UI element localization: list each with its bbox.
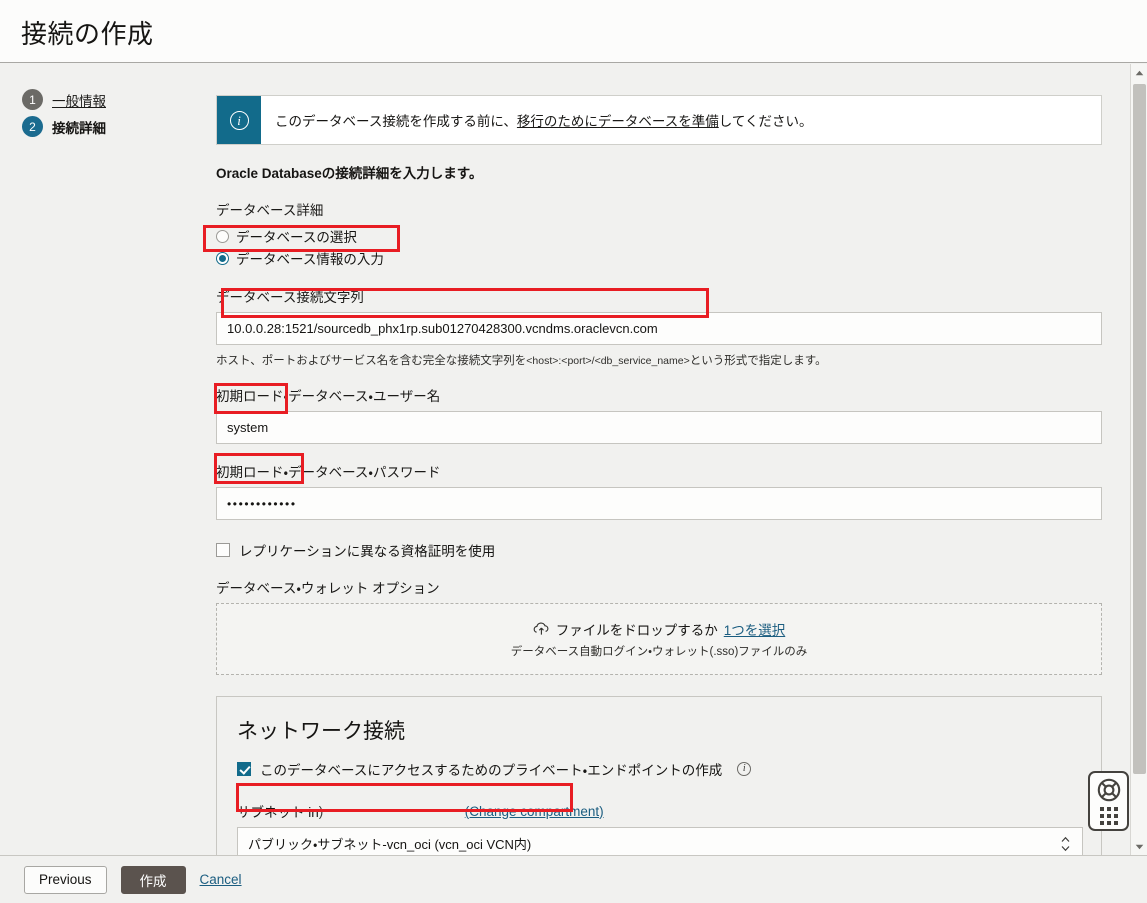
upload-icon — [533, 622, 550, 636]
dropzone-text: ファイルをドロップするか — [556, 619, 718, 639]
sidebar-item-general-info[interactable]: 1 一般情報 — [22, 86, 192, 113]
replication-credentials-checkbox-row[interactable]: レプリケーションに異なる資格証明を使用 — [216, 540, 1102, 560]
connect-string-label: データベース接続文字列 — [216, 286, 1102, 306]
triangle-down-icon — [1135, 844, 1144, 850]
vertical-scrollbar[interactable] — [1130, 64, 1147, 855]
previous-button[interactable]: Previous — [24, 866, 107, 894]
cancel-link[interactable]: Cancel — [200, 872, 242, 887]
form-heading: Oracle Databaseの接続詳細を入力します。 — [216, 162, 1102, 182]
dropzone-hint: データベース自動ログイン・ウォレット(.sso)ファイルのみ — [511, 643, 808, 659]
subnet-label-row: サブネット in ) (Change compartment) — [237, 801, 1081, 821]
help-widget[interactable] — [1088, 771, 1129, 831]
info-banner: i このデータベース接続を作成する前に、移行のためにデータベースを準備してくださ… — [216, 95, 1102, 145]
subnet-label: サブネット in — [237, 801, 319, 821]
create-button[interactable]: 作成 — [121, 866, 186, 894]
wizard-step-list: 1 一般情報 2 接続詳細 — [22, 86, 192, 140]
create-connection-page: 接続の作成 1 一般情報 2 接続詳細 i このデータベース接続を作成する前に、… — [0, 0, 1147, 903]
radio-select-database[interactable]: データベースの選択 — [216, 225, 357, 247]
radio-button-selected[interactable] — [216, 252, 229, 265]
replication-credentials-checkbox[interactable] — [216, 543, 230, 557]
chevron-down-icon — [1061, 845, 1070, 851]
wallet-options-label: データベース・ウォレット オプション — [216, 577, 1102, 597]
scroll-up-arrow[interactable] — [1131, 64, 1147, 81]
radio-enter-database-info[interactable]: データベース情報の入力 — [216, 247, 384, 269]
network-section-title: ネットワーク接続 — [237, 715, 1081, 745]
page-title: 接続の作成 — [21, 14, 154, 51]
form-content: i このデータベース接続を作成する前に、移行のためにデータベースを準備してくださ… — [200, 64, 1120, 855]
radio-label-select-database: データベースの選択 — [236, 226, 357, 246]
triangle-up-icon — [1135, 70, 1144, 76]
password-value: •••••••••••• — [227, 497, 297, 511]
banner-text-after: してください。 — [719, 110, 813, 130]
step-number-1: 1 — [22, 89, 43, 110]
sidebar-item-connection-details[interactable]: 2 接続詳細 — [22, 113, 192, 140]
chevron-up-icon — [1061, 836, 1070, 842]
info-icon[interactable]: i — [737, 762, 751, 776]
radio-label-enter-database-info: データベース情報の入力 — [236, 248, 384, 268]
footer-action-bar: Previous 作成 Cancel — [0, 855, 1147, 903]
banner-text-before: このデータベース接続を作成する前に、 — [275, 110, 517, 130]
password-label: 初期ロード・データベース・パスワード — [216, 461, 1102, 481]
banner-message: このデータベース接続を作成する前に、移行のためにデータベースを準備してください。 — [261, 96, 826, 144]
banner-icon-column: i — [217, 96, 261, 144]
username-value: system — [227, 420, 268, 435]
info-circle-icon: i — [230, 111, 249, 130]
username-input[interactable]: system — [216, 411, 1102, 444]
network-connectivity-panel: ネットワーク接続 このデータベースにアクセスするためのプライベート・エンドポイン… — [216, 696, 1102, 855]
life-ring-icon[interactable] — [1097, 778, 1121, 802]
subnet-selected-value: パブリック・サブネット-vcn_oci (vcn_oci VCN内) — [248, 834, 531, 853]
select-file-link[interactable]: 1つを選択 — [724, 619, 786, 639]
radio-button-unselected[interactable] — [216, 230, 229, 243]
helper-format-code: <host>:<port>/<db_service_name> — [526, 355, 689, 367]
step-label-connection-details: 接続詳細 — [52, 117, 106, 137]
dot-grid-icon[interactable] — [1100, 807, 1118, 825]
database-details-label: データベース詳細 — [216, 199, 1102, 219]
connect-string-input[interactable]: 10.0.0.28:1521/sourcedb_phx1rp.sub012704… — [216, 312, 1102, 345]
subnet-select[interactable]: パブリック・サブネット-vcn_oci (vcn_oci VCN内) — [237, 827, 1083, 855]
dropzone-primary-line: ファイルをドロップするか 1つを選択 — [533, 619, 786, 639]
private-endpoint-checkbox[interactable] — [237, 762, 251, 776]
replication-credentials-label: レプリケーションに異なる資格証明を使用 — [239, 540, 495, 560]
scrollbar-thumb[interactable] — [1133, 84, 1146, 774]
scroll-down-arrow[interactable] — [1131, 838, 1147, 855]
change-compartment-link[interactable]: (Change compartment) — [465, 804, 604, 819]
prepare-database-link[interactable]: 移行のためにデータベースを準備 — [517, 110, 719, 130]
wallet-dropzone[interactable]: ファイルをドロップするか 1つを選択 データベース自動ログイン・ウォレット(.s… — [216, 603, 1102, 675]
private-endpoint-checkbox-row[interactable]: このデータベースにアクセスするためのプライベート・エンドポイントの作成 i — [237, 759, 1081, 779]
helper-text-before: ホスト、ポートおよびサービス名を含む完全な接続文字列を — [216, 355, 526, 367]
password-input[interactable]: •••••••••••• — [216, 487, 1102, 520]
step-label-general-info[interactable]: 一般情報 — [52, 90, 106, 110]
select-stepper-arrows[interactable] — [1061, 836, 1070, 851]
connect-string-value: 10.0.0.28:1521/sourcedb_phx1rp.sub012704… — [227, 321, 658, 336]
connect-string-helper: ホスト、ポートおよびサービス名を含む完全な接続文字列を<host>:<port>… — [216, 352, 1102, 368]
step-number-2: 2 — [22, 116, 43, 137]
helper-text-after: という形式で指定します。 — [690, 355, 827, 367]
page-header: 接続の作成 — [0, 0, 1147, 63]
username-label: 初期ロード・データベース・ユーザー名 — [216, 385, 1102, 405]
private-endpoint-label: このデータベースにアクセスするためのプライベート・エンドポイントの作成 — [260, 759, 722, 779]
main-scroll-region: i このデータベース接続を作成する前に、移行のためにデータベースを準備してくださ… — [200, 64, 1120, 855]
subnet-compartment-name: ) — [319, 804, 465, 819]
